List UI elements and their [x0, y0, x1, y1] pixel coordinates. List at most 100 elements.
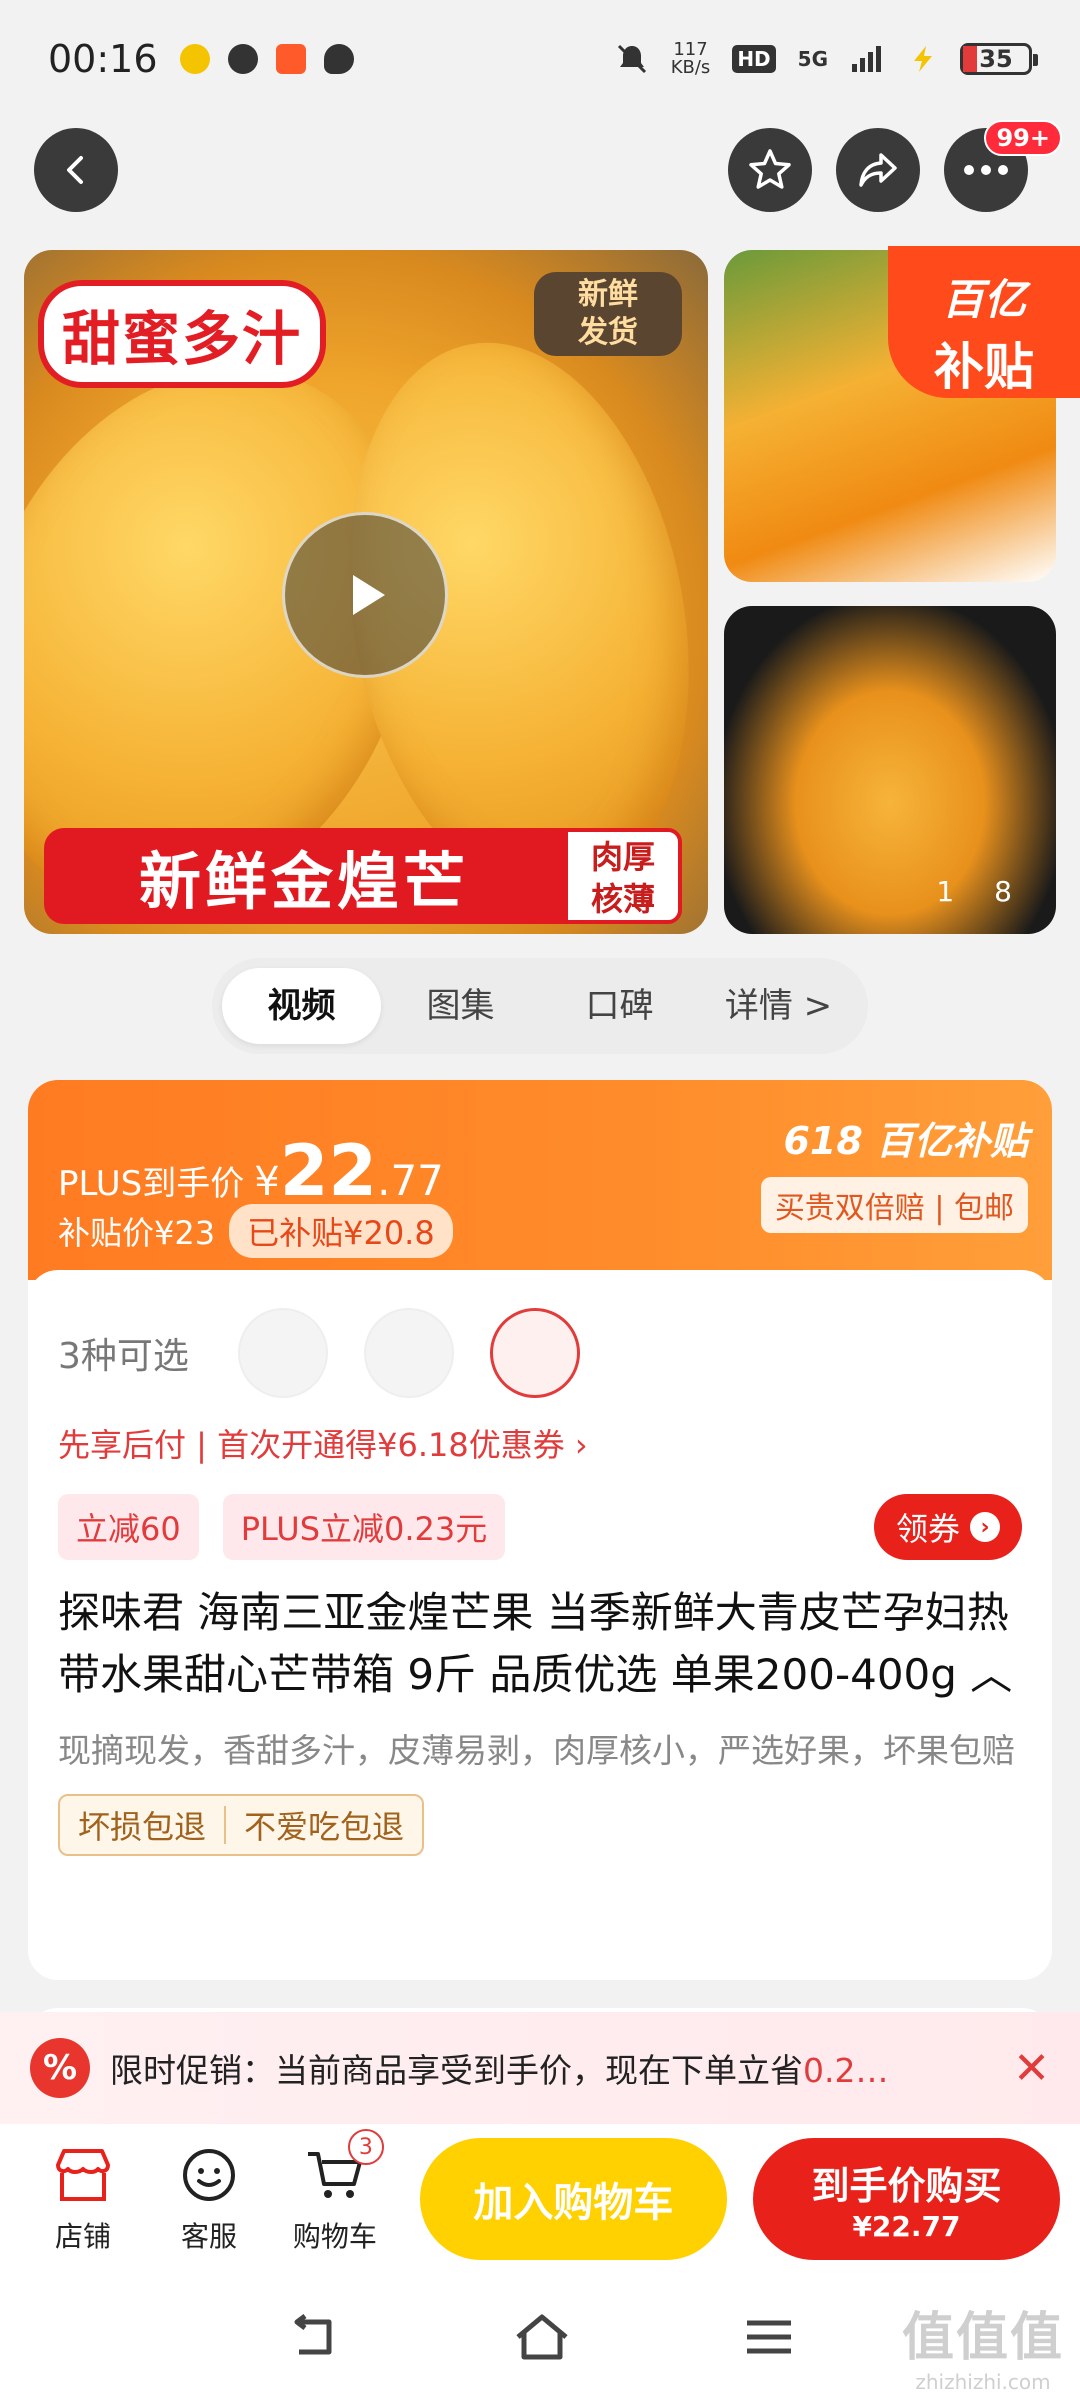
subsidy-line: 补贴价¥23 已补贴¥20.8	[58, 1204, 453, 1258]
back-button[interactable]	[34, 128, 118, 212]
guarantee-tag: 坏损包退	[78, 1808, 207, 1846]
watermark-site: zhizhizhi.com	[915, 2370, 1051, 2394]
guarantee-tags: 买贵双倍赔 | 包邮	[760, 1177, 1028, 1233]
shop-icon	[55, 2149, 110, 2201]
options-label: 3种可选	[58, 1336, 189, 1377]
counter-current: 1	[936, 875, 955, 908]
more-dots-icon	[964, 165, 1008, 175]
plus-price: PLUS到手价 ¥ 22 .77	[58, 1130, 444, 1212]
app-notification-icon	[179, 44, 210, 74]
thick-flesh-tag: 肉厚 核薄	[564, 828, 682, 924]
product-info: 3种可选 先享后付 | 首次开通得¥6.18优惠券 › 立减60 PLUS立减0…	[28, 1270, 1052, 1980]
net-speed-unit: KB/s	[670, 57, 711, 78]
variant-option[interactable]	[364, 1308, 454, 1398]
status-bar: 00:16 117 KB/s HD 5G 35	[0, 0, 1080, 118]
cart-button[interactable]: 购物车 3	[272, 2129, 398, 2255]
counter-total: 8	[994, 875, 1012, 908]
promo-text: 限时促销：当前商品享受到手价，现在下单立省0.2…	[110, 2051, 889, 2090]
chevron-left-icon	[67, 156, 83, 184]
tab-gallery[interactable]: 图集	[381, 968, 540, 1044]
product-gallery[interactable]: 甜蜜多汁 新鲜 发货 新鲜金煌芒 肉厚 核薄 1 8 百亿 补贴	[0, 246, 1080, 934]
product-banner: 新鲜金煌芒	[44, 828, 564, 924]
notification-icons	[179, 44, 354, 74]
close-icon[interactable]: ✕	[1013, 2043, 1050, 2094]
chevron-right-icon: ›	[970, 1512, 1000, 1542]
product-title[interactable]: 探味君 海南三亚金煌芒果 当季新鲜大青皮芒孕妇热带水果甜心芒带箱 9斤 品质优选…	[58, 1582, 1022, 1706]
price-decimal: .77	[377, 1156, 444, 1205]
net-speed: 117 KB/s	[671, 41, 711, 77]
thick-tag-line1: 肉厚	[590, 838, 655, 876]
promo-highlight: 0.2…	[803, 2051, 889, 2090]
chat-smile-icon	[182, 2149, 235, 2201]
shop-label: 店铺	[54, 2220, 111, 2253]
variant-option-selected[interactable]	[490, 1308, 580, 1398]
discount-icon: %	[30, 2038, 90, 2098]
cart-count-badge: 3	[347, 2129, 384, 2165]
battery-indicator: 35	[960, 43, 1038, 75]
subsidy-price: 补贴价¥23	[58, 1214, 216, 1252]
charging-icon	[914, 46, 932, 72]
plus-price-label: PLUS到手价	[58, 1164, 245, 1204]
image-counter: 1 8	[936, 875, 1012, 908]
variant-option[interactable]	[238, 1308, 328, 1398]
hd-indicator: HD	[732, 45, 776, 73]
buy-now-button[interactable]: 到手价购买 ¥22.77	[752, 2138, 1060, 2260]
more-badge: 99+	[984, 120, 1062, 156]
get-coupon-button[interactable]: 领券 ›	[873, 1494, 1022, 1560]
add-to-cart-button[interactable]: 加入购物车	[419, 2138, 727, 2260]
cart-label: 购物车	[292, 2220, 377, 2253]
service-label: 客服	[180, 2220, 237, 2253]
customer-service-button[interactable]: 客服	[146, 2143, 272, 2255]
system-menu-icon[interactable]	[743, 2315, 795, 2359]
system-nav-bar: 值值值 zhizhizhi.com	[0, 2274, 1080, 2400]
subsidized-badge: 已补贴¥20.8	[229, 1204, 453, 1258]
coupon-row: 立减60 PLUS立减0.23元 领券 ›	[58, 1494, 1022, 1560]
currency-symbol: ¥	[254, 1159, 280, 1205]
subsidy-618-link[interactable]: 618 百亿补贴 买贵双倍赔 | 包邮	[760, 1110, 1028, 1233]
tab-reviews[interactable]: 口碑	[540, 968, 699, 1044]
buy-label: 到手价购买	[811, 2164, 1002, 2208]
price-card: PLUS到手价 ¥ 22 .77 补贴价¥23 已补贴¥20.8 618 百亿补…	[28, 1080, 1052, 1980]
play-video-button[interactable]	[282, 512, 448, 678]
pay-later-link[interactable]: 先享后付 | 首次开通得¥6.18优惠券 ›	[58, 1420, 1022, 1466]
top-nav: 99+	[34, 120, 1062, 214]
favorite-button[interactable]	[728, 128, 812, 212]
system-back-icon[interactable]	[285, 2314, 341, 2360]
thick-tag-line2: 核薄	[590, 880, 655, 918]
media-tabs: 视频 图集 口碑 详情 >	[212, 958, 868, 1054]
share-button[interactable]	[836, 128, 920, 212]
shop-button[interactable]: 店铺	[20, 2143, 146, 2255]
badge-618: 618 百亿补贴	[783, 1119, 1028, 1163]
app-red-notification-icon	[275, 44, 306, 74]
gallery-thumbnail[interactable]: 1 8	[724, 606, 1056, 934]
sweet-juicy-tag: 甜蜜多汁	[38, 280, 327, 388]
bottom-action-bar: 店铺 客服 购物车 3 加入购物车 到手价购买 ¥22.77	[0, 2124, 1080, 2274]
guarantee-tag: 不爱吃包退	[244, 1808, 405, 1846]
watermark-logo: 值值值	[901, 2308, 1064, 2368]
watermark: 值值值 zhizhizhi.com	[902, 2295, 1064, 2394]
fresh-ship-tag: 新鲜 发货	[534, 272, 682, 356]
message-notification-icon	[323, 44, 354, 74]
product-description: 现摘现发，香甜多汁，皮薄易剥，肉厚核小，严选好果，坏果包赔	[58, 1731, 1015, 1770]
coupon-tag: PLUS立减0.23元	[222, 1494, 506, 1560]
subsidy-corner-badge: 百亿 补贴	[888, 246, 1080, 398]
zhi-notification-icon	[227, 44, 258, 74]
mute-bell-icon	[617, 44, 646, 74]
tab-video[interactable]: 视频	[222, 968, 381, 1044]
main-product-image[interactable]: 甜蜜多汁 新鲜 发货 新鲜金煌芒 肉厚 核薄	[24, 250, 708, 934]
fresh-ship-line2: 发货	[578, 315, 638, 350]
more-button[interactable]: 99+	[944, 120, 1062, 212]
network-indicator: 5G	[797, 47, 828, 71]
tab-details[interactable]: 详情 >	[699, 968, 858, 1044]
get-coupon-label: 领券	[895, 1510, 960, 1548]
subsidy-corner-line2: 补贴	[934, 338, 1034, 396]
star-icon	[749, 149, 791, 189]
promo-bar[interactable]: % 限时促销：当前商品享受到手价，现在下单立省0.2… ✕	[0, 2012, 1080, 2124]
play-icon	[353, 575, 385, 615]
signal-icon	[852, 46, 881, 72]
buy-price: ¥22.77	[852, 2210, 961, 2243]
return-guarantee[interactable]: 坏损包退 不爱吃包退	[58, 1794, 425, 1856]
variant-selector: 3种可选	[58, 1308, 1022, 1398]
system-home-icon[interactable]	[512, 2311, 572, 2363]
fresh-ship-line1: 新鲜	[578, 277, 638, 312]
